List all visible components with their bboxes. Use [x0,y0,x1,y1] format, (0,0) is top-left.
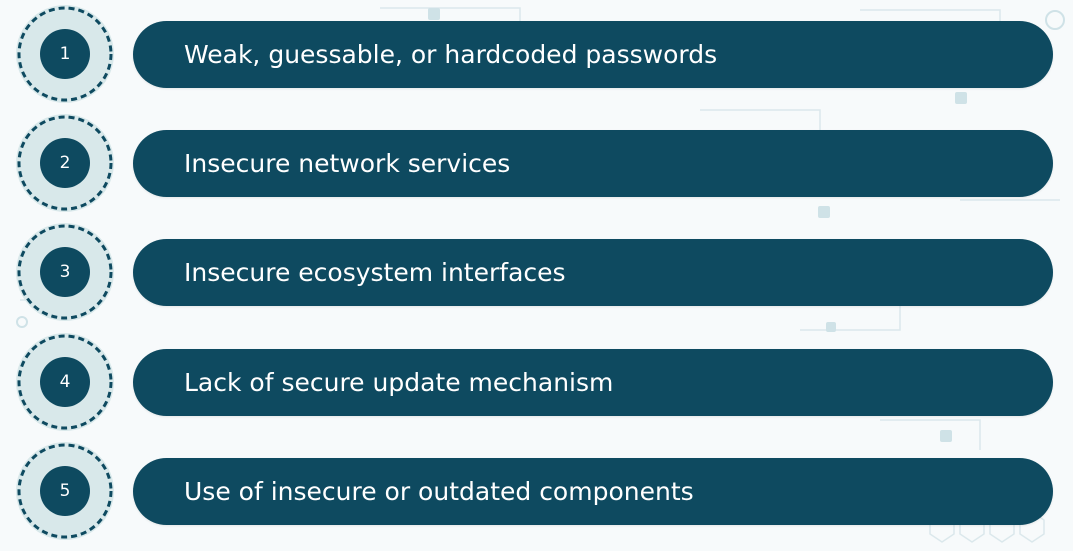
item-label: Use of insecure or outdated components [184,477,694,506]
item-number: 3 [40,247,90,297]
item-bar: Weak, guessable, or hardcoded passwords [133,21,1053,88]
item-bar: Use of insecure or outdated components [133,458,1053,525]
list-item: 1 Weak, guessable, or hardcoded password… [0,2,1073,106]
item-bar: Insecure network services [133,130,1053,197]
item-number: 1 [40,29,90,79]
item-label: Insecure network services [184,149,511,178]
number-badge: 4 [16,333,114,431]
item-number: 4 [40,357,90,407]
number-badge: 1 [16,5,114,103]
list-item: 2 Insecure network services [0,111,1073,215]
item-bar: Lack of secure update mechanism [133,349,1053,416]
list-item: 3 Insecure ecosystem interfaces [0,220,1073,324]
number-badge: 5 [16,442,114,540]
item-label: Insecure ecosystem interfaces [184,258,566,287]
item-label: Lack of secure update mechanism [184,368,614,397]
item-label: Weak, guessable, or hardcoded passwords [184,40,718,69]
item-number: 2 [40,138,90,188]
numbered-list: 1 Weak, guessable, or hardcoded password… [0,0,1073,551]
number-badge: 2 [16,114,114,212]
item-number: 5 [40,466,90,516]
list-item: 4 Lack of secure update mechanism [0,330,1073,434]
list-item: 5 Use of insecure or outdated components [0,439,1073,543]
number-badge: 3 [16,223,114,321]
item-bar: Insecure ecosystem interfaces [133,239,1053,306]
